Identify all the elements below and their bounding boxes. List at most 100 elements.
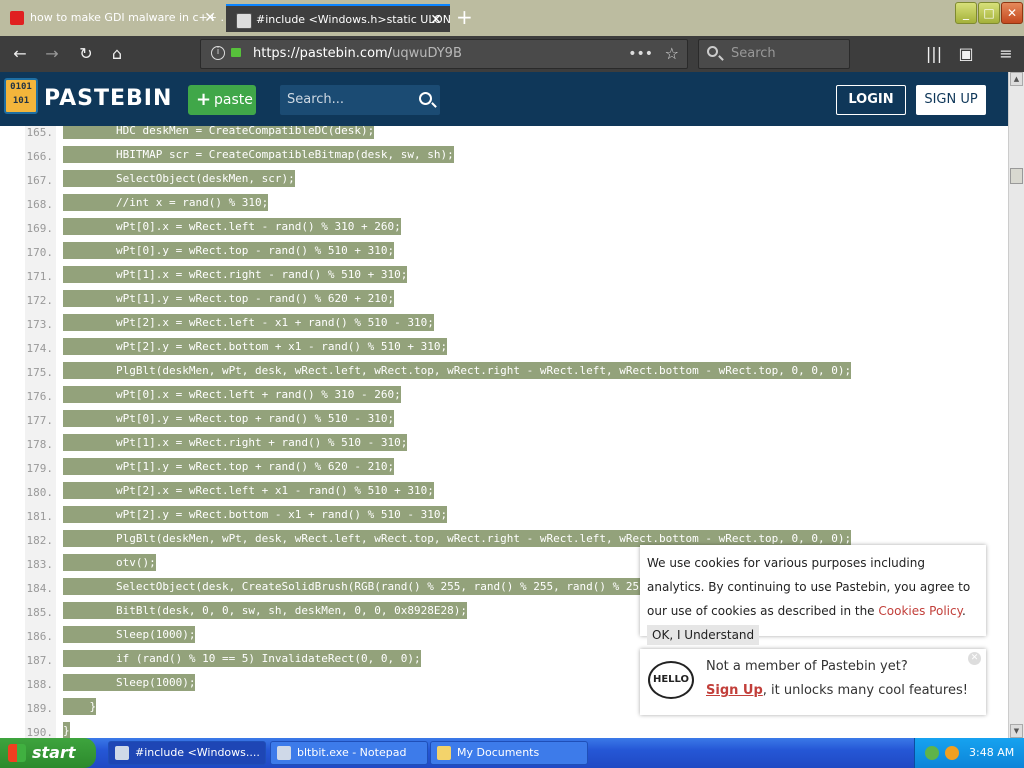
promo-signup-link[interactable]: Sign Up bbox=[706, 683, 763, 698]
taskbar-item-firefox[interactable]: #include <Windows.... bbox=[108, 741, 266, 765]
code-line[interactable]: 168. //int x = rand() % 310; bbox=[0, 193, 1008, 217]
menu-icon[interactable]: ≡ bbox=[996, 44, 1016, 64]
code-line[interactable]: 178. wPt[1].x = wRect.right + rand() % 5… bbox=[0, 433, 1008, 457]
code-line[interactable]: 169. wPt[0].x = wRect.left - rand() % 31… bbox=[0, 217, 1008, 241]
code-text[interactable]: HBITMAP scr = CreateCompatibleBitmap(des… bbox=[63, 146, 454, 163]
taskbar-item-my-documents[interactable]: My Documents bbox=[430, 741, 588, 765]
page-actions-icon[interactable]: ••• bbox=[628, 40, 653, 68]
code-text[interactable]: wPt[0].x = wRect.left + rand() % 310 - 2… bbox=[63, 386, 401, 403]
sidebar-icon[interactable]: ▣ bbox=[956, 44, 976, 64]
code-text[interactable]: wPt[1].y = wRect.top - rand() % 620 + 21… bbox=[63, 290, 395, 307]
code-text[interactable]: if (rand() % 10 == 5) InvalidateRect(0, … bbox=[63, 650, 421, 667]
cookie-notice: We use cookies for various purposes incl… bbox=[640, 545, 986, 645]
browser-tab-pastebin[interactable]: #include <Windows.h>static ULONGLONG ✕ bbox=[226, 4, 450, 32]
minimize-window-button[interactable]: _ bbox=[955, 2, 977, 24]
code-line[interactable]: 177. wPt[0].y = wRect.top + rand() % 510… bbox=[0, 409, 1008, 433]
code-line[interactable]: 174. wPt[2].y = wRect.bottom + x1 - rand… bbox=[0, 337, 1008, 361]
code-line[interactable]: 175. PlgBlt(deskMen, wPt, desk, wRect.le… bbox=[0, 361, 1008, 385]
line-number: 174. bbox=[26, 342, 54, 355]
page-scrollbar[interactable]: ▲ ▼ bbox=[1008, 72, 1024, 738]
system-tray: 3:48 AM bbox=[914, 738, 1024, 768]
code-line[interactable]: 167. SelectObject(deskMen, scr); bbox=[0, 169, 1008, 193]
code-line[interactable]: 176. wPt[0].x = wRect.left + rand() % 31… bbox=[0, 385, 1008, 409]
new-tab-icon[interactable]: + bbox=[456, 4, 473, 30]
scroll-down-icon[interactable]: ▼ bbox=[1010, 724, 1023, 738]
scrollbar-thumb[interactable] bbox=[1010, 168, 1023, 184]
site-info-icon[interactable]: i bbox=[211, 46, 225, 60]
new-paste-button[interactable]: + paste bbox=[188, 85, 256, 115]
taskbar-item-notepad[interactable]: bltbit.exe - Notepad bbox=[270, 741, 428, 765]
code-text[interactable]: wPt[2].y = wRect.bottom + x1 - rand() % … bbox=[63, 338, 448, 355]
code-line[interactable]: 172. wPt[1].y = wRect.top - rand() % 620… bbox=[0, 289, 1008, 313]
task-label: #include <Windows.... bbox=[135, 746, 260, 759]
search-icon bbox=[707, 46, 718, 57]
close-tab-icon[interactable]: ✕ bbox=[204, 4, 216, 32]
code-text[interactable]: wPt[1].x = wRect.right - rand() % 510 + … bbox=[63, 266, 408, 283]
lock-icon bbox=[231, 48, 241, 57]
back-icon[interactable]: ← bbox=[10, 44, 30, 64]
code-line[interactable]: 180. wPt[2].x = wRect.left + x1 - rand()… bbox=[0, 481, 1008, 505]
cookie-ok-button[interactable]: OK, I Understand bbox=[647, 625, 760, 645]
close-window-button[interactable]: ✕ bbox=[1001, 2, 1023, 24]
cookies-policy-link[interactable]: Cookies Policy bbox=[878, 604, 962, 618]
code-line[interactable]: 173. wPt[2].x = wRect.left - x1 + rand()… bbox=[0, 313, 1008, 337]
line-number: 181. bbox=[26, 510, 54, 523]
search-tray-icon[interactable] bbox=[945, 746, 959, 760]
code-text[interactable]: wPt[0].x = wRect.left - rand() % 310 + 2… bbox=[63, 218, 401, 235]
url-path: uqwuDY9B bbox=[392, 46, 462, 61]
task-label: My Documents bbox=[457, 746, 540, 759]
code-text[interactable]: wPt[0].y = wRect.top - rand() % 510 + 31… bbox=[63, 242, 395, 259]
code-text[interactable]: Sleep(1000); bbox=[63, 674, 196, 691]
code-text[interactable]: SelectObject(deskMen, scr); bbox=[63, 170, 295, 187]
code-text[interactable]: //int x = rand() % 310; bbox=[63, 194, 269, 211]
address-bar[interactable]: i https://pastebin.com/uqwuDY9B ••• ☆ bbox=[200, 39, 688, 69]
signup-button[interactable]: SIGN UP bbox=[916, 85, 986, 115]
code-text[interactable]: SelectObject(desk, CreateSolidBrush(RGB(… bbox=[63, 578, 673, 595]
pastebin-favicon-icon bbox=[236, 13, 252, 29]
pastebin-logo-icon[interactable]: 0101 101 bbox=[4, 78, 38, 114]
search-icon[interactable] bbox=[419, 92, 432, 105]
line-number: 185. bbox=[26, 606, 54, 619]
code-line[interactable]: 181. wPt[2].y = wRect.bottom - x1 + rand… bbox=[0, 505, 1008, 529]
site-search-input[interactable]: Search... bbox=[280, 85, 440, 115]
bookmark-star-icon[interactable]: ☆ bbox=[665, 40, 679, 68]
code-text[interactable]: PlgBlt(deskMen, wPt, desk, wRect.left, w… bbox=[63, 362, 852, 379]
cookie-text: We use cookies for various purposes incl… bbox=[640, 545, 986, 647]
browser-search-input[interactable]: Search bbox=[698, 39, 850, 69]
code-line[interactable]: 171. wPt[1].x = wRect.right - rand() % 5… bbox=[0, 265, 1008, 289]
browser-tab-bar: how to make GDI malware in c++ ... ✕ #in… bbox=[0, 0, 1024, 36]
code-text[interactable]: wPt[1].y = wRect.top + rand() % 620 - 21… bbox=[63, 458, 395, 475]
code-text[interactable]: otv(); bbox=[63, 554, 156, 571]
url-host: https://pastebin.com/ bbox=[253, 46, 393, 61]
login-button[interactable]: LOGIN bbox=[836, 85, 906, 115]
code-text[interactable]: BitBlt(desk, 0, 0, sw, sh, deskMen, 0, 0… bbox=[63, 602, 467, 619]
start-button[interactable]: start bbox=[0, 738, 96, 768]
reload-icon[interactable]: ↻ bbox=[76, 44, 96, 64]
forward-icon[interactable]: → bbox=[42, 44, 62, 64]
code-text[interactable]: wPt[0].y = wRect.top + rand() % 510 - 31… bbox=[63, 410, 395, 427]
code-text[interactable]: wPt[2].y = wRect.bottom - x1 + rand() % … bbox=[63, 506, 448, 523]
code-text[interactable]: wPt[2].x = wRect.left - x1 + rand() % 51… bbox=[63, 314, 434, 331]
code-line[interactable]: 179. wPt[1].y = wRect.top + rand() % 620… bbox=[0, 457, 1008, 481]
code-text[interactable]: wPt[1].x = wRect.right + rand() % 510 - … bbox=[63, 434, 408, 451]
code-text[interactable]: Sleep(1000); bbox=[63, 626, 196, 643]
code-text[interactable]: wPt[2].x = wRect.left + x1 - rand() % 51… bbox=[63, 482, 434, 499]
home-icon[interactable]: ⌂ bbox=[107, 44, 127, 64]
code-text[interactable]: } bbox=[63, 722, 70, 738]
browser-tab-youtube[interactable]: how to make GDI malware in c++ ... ✕ bbox=[0, 4, 224, 32]
code-text[interactable]: } bbox=[63, 698, 97, 715]
code-line[interactable]: 170. wPt[0].y = wRect.top - rand() % 510… bbox=[0, 241, 1008, 265]
paste-label: paste bbox=[214, 92, 253, 108]
site-brand[interactable]: PASTEBIN bbox=[44, 86, 172, 111]
network-icon[interactable] bbox=[925, 746, 939, 760]
scroll-up-icon[interactable]: ▲ bbox=[1010, 72, 1023, 86]
close-tab-icon[interactable]: ✕ bbox=[430, 6, 442, 32]
url-text: https://pastebin.com/uqwuDY9B bbox=[253, 40, 462, 68]
code-line[interactable]: 190.} bbox=[0, 721, 1008, 738]
code-line[interactable]: 166. HBITMAP scr = CreateCompatibleBitma… bbox=[0, 145, 1008, 169]
close-icon[interactable]: ✕ bbox=[968, 652, 981, 665]
code-line[interactable]: 165. HDC deskMen = CreateCompatibleDC(de… bbox=[0, 126, 1008, 145]
code-text[interactable]: HDC deskMen = CreateCompatibleDC(desk); bbox=[63, 126, 375, 139]
maximize-window-button[interactable]: □ bbox=[978, 2, 1000, 24]
library-icon[interactable]: ||| bbox=[924, 44, 944, 64]
